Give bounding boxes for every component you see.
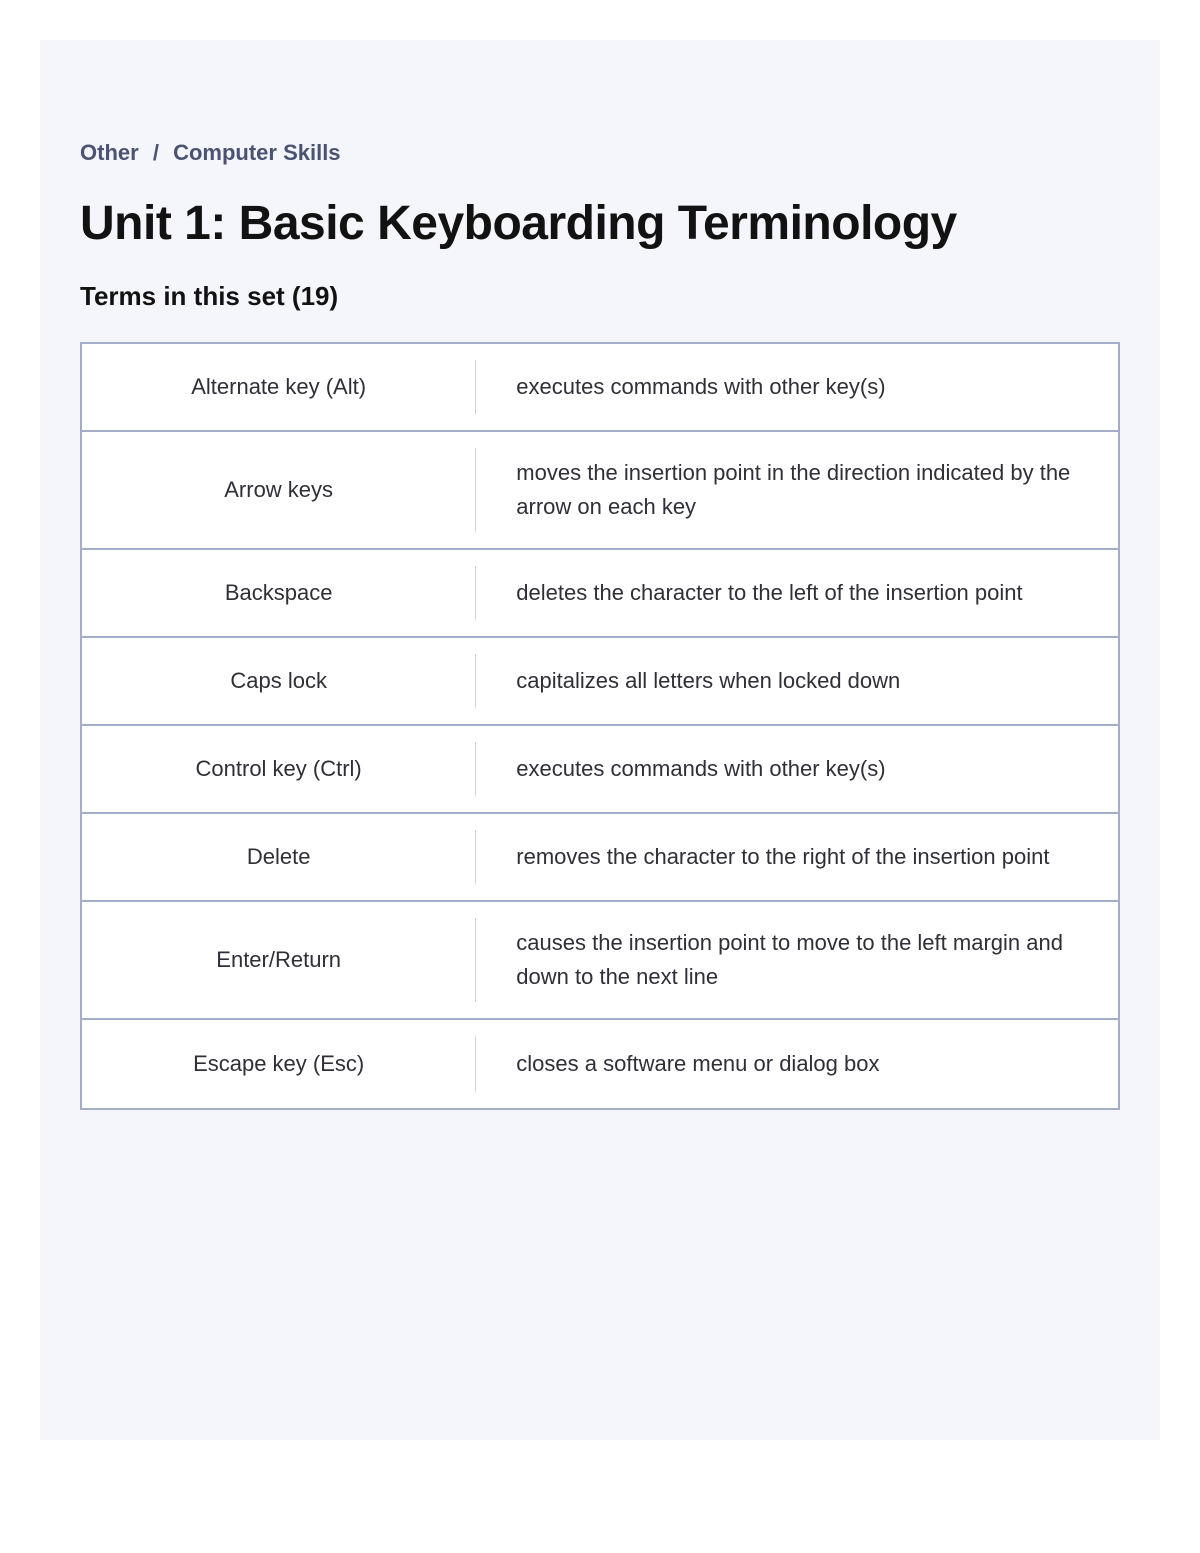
- term-row: Enter/Return causes the insertion point …: [82, 902, 1118, 1020]
- term-definition: moves the insertion point in the directi…: [476, 432, 1118, 548]
- page-title: Unit 1: Basic Keyboarding Terminology: [80, 196, 1120, 251]
- term-definition: executes commands with other key(s): [476, 344, 1118, 430]
- term-label: Enter/Return: [82, 902, 475, 1018]
- term-row: Delete removes the character to the righ…: [82, 814, 1118, 902]
- term-label: Backspace: [82, 550, 475, 636]
- term-definition: removes the character to the right of th…: [476, 814, 1118, 900]
- terms-table: Alternate key (Alt) executes commands wi…: [80, 342, 1120, 1110]
- terms-count-heading: Terms in this set (19): [80, 281, 1120, 312]
- breadcrumb-link-other[interactable]: Other: [80, 140, 139, 165]
- term-label: Delete: [82, 814, 475, 900]
- breadcrumb-separator: /: [153, 140, 159, 165]
- term-label: Control key (Ctrl): [82, 726, 475, 812]
- term-definition: closes a software menu or dialog box: [476, 1020, 1118, 1108]
- term-definition: deletes the character to the left of the…: [476, 550, 1118, 636]
- term-label: Arrow keys: [82, 432, 475, 548]
- term-row: Alternate key (Alt) executes commands wi…: [82, 344, 1118, 432]
- term-label: Alternate key (Alt): [82, 344, 475, 430]
- term-row: Control key (Ctrl) executes commands wit…: [82, 726, 1118, 814]
- term-definition: causes the insertion point to move to th…: [476, 902, 1118, 1018]
- breadcrumb: Other / Computer Skills: [80, 140, 1120, 166]
- breadcrumb-link-computer-skills[interactable]: Computer Skills: [173, 140, 340, 165]
- term-row: Backspace deletes the character to the l…: [82, 550, 1118, 638]
- document-page: Other / Computer Skills Unit 1: Basic Ke…: [40, 40, 1160, 1440]
- term-row: Escape key (Esc) closes a software menu …: [82, 1020, 1118, 1108]
- term-definition: capitalizes all letters when locked down: [476, 638, 1118, 724]
- term-label: Escape key (Esc): [82, 1020, 475, 1108]
- term-row: Caps lock capitalizes all letters when l…: [82, 638, 1118, 726]
- term-label: Caps lock: [82, 638, 475, 724]
- term-row: Arrow keys moves the insertion point in …: [82, 432, 1118, 550]
- term-definition: executes commands with other key(s): [476, 726, 1118, 812]
